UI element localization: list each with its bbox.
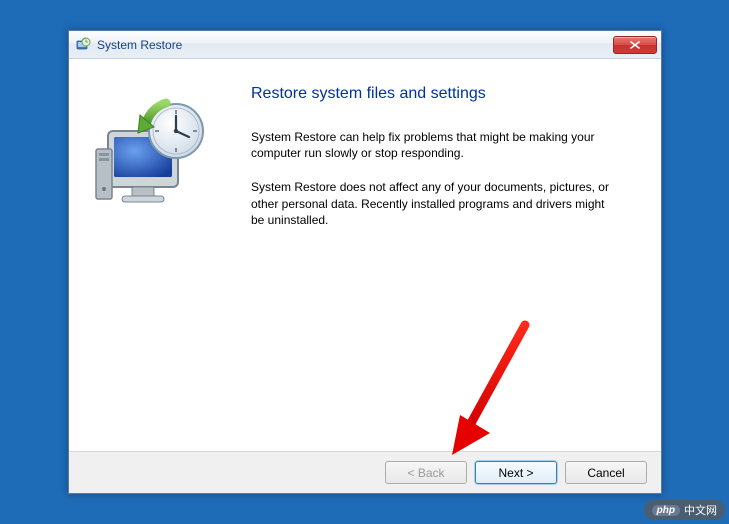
back-button: < Back	[385, 461, 467, 484]
window-title: System Restore	[97, 38, 613, 52]
next-button[interactable]: Next >	[475, 461, 557, 484]
page-heading: Restore system files and settings	[251, 85, 633, 103]
watermark: php 中文网	[644, 500, 725, 520]
paragraph-detail: System Restore does not affect any of yo…	[251, 179, 611, 228]
titlebar[interactable]: System Restore	[69, 31, 661, 59]
system-restore-window: System Restore	[68, 30, 662, 494]
system-restore-icon	[75, 37, 91, 53]
wizard-footer: < Back Next > Cancel	[69, 451, 661, 493]
paragraph-intro: System Restore can help fix problems tha…	[251, 129, 611, 161]
watermark-badge: php	[652, 505, 680, 516]
watermark-text: 中文网	[684, 502, 717, 518]
restore-artwork-icon	[90, 93, 220, 223]
content-area: Restore system files and settings System…	[69, 59, 661, 451]
right-pane: Restore system files and settings System…	[241, 59, 661, 451]
left-pane	[69, 59, 241, 451]
close-icon	[630, 41, 640, 49]
cancel-button[interactable]: Cancel	[565, 461, 647, 484]
close-button[interactable]	[613, 36, 657, 54]
